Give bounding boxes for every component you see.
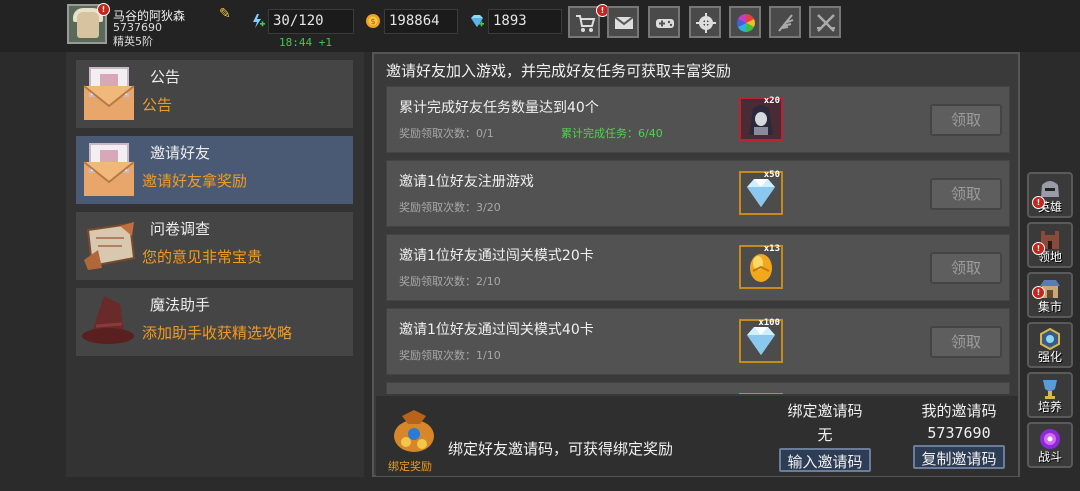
menu-item-subtitle: 邀请好友拿奖励 bbox=[142, 172, 248, 190]
menu-item-subtitle: 公告 bbox=[142, 96, 173, 114]
gem-counter: 1893 bbox=[471, 9, 562, 34]
task-row: 邀请1位好友通过闯关模式20卡 奖励领取次数：2/10 x13 领取 bbox=[386, 234, 1010, 301]
gamepad-button[interactable] bbox=[648, 6, 680, 38]
my-code-title: 我的邀请码 bbox=[921, 402, 997, 420]
task-name: 累计完成好友任务数量达到40个 bbox=[399, 100, 599, 116]
task-row: 累计完成好友任务数量达到40个 奖励领取次数：0/1 累计完成任务：6/40 x… bbox=[386, 86, 1010, 153]
wizard-hat-icon bbox=[82, 296, 134, 344]
energy-timer: 18:44 +1 bbox=[279, 36, 332, 49]
crossed-swords-button[interactable] bbox=[809, 6, 841, 38]
claim-button[interactable]: 领取 bbox=[930, 326, 1002, 358]
nav-enhance[interactable]: 强化 bbox=[1027, 322, 1073, 368]
feather-icon bbox=[778, 14, 794, 32]
reward-slot[interactable]: x20 bbox=[739, 96, 783, 141]
scroll-icon bbox=[84, 222, 136, 270]
menu-item-invite-friends[interactable]: 邀请好友 邀请好友拿奖励 bbox=[76, 136, 353, 204]
nav-label: 战斗 bbox=[1037, 450, 1062, 464]
task-row: 邀请1位好友注册游戏 奖励领取次数：3/20 x50 领取 bbox=[386, 160, 1010, 227]
invite-header: 邀请好友加入游戏，并完成好友任务可获取丰富奖励 bbox=[386, 62, 732, 80]
task-row bbox=[386, 382, 1010, 394]
menu-item-title: 邀请好友 bbox=[150, 144, 211, 162]
nav-label: 培养 bbox=[1037, 400, 1062, 414]
gold-coin-icon: $ bbox=[366, 14, 380, 28]
menu-item-subtitle: 添加助手收获精选攻略 bbox=[142, 324, 293, 342]
reward-bag-icon[interactable] bbox=[388, 406, 440, 454]
envelope-icon bbox=[83, 67, 135, 120]
left-menu-panel: 公告 公告 邀请好友 邀请好友拿奖励 问卷调查 您的意见非常宝贵 魔法助手 添加… bbox=[66, 52, 364, 477]
enter-code-button[interactable]: 输入邀请码 bbox=[779, 448, 871, 472]
task-claim-count: 奖励领取次数：2/10 bbox=[399, 275, 501, 288]
nav-label: 强化 bbox=[1037, 350, 1062, 364]
menu-item-magic-assistant[interactable]: 魔法助手 添加助手收获精选攻略 bbox=[76, 288, 353, 356]
reward-quantity: x100 bbox=[758, 318, 780, 328]
envelope-icon bbox=[83, 143, 135, 196]
copy-code-button[interactable]: 复制邀请码 bbox=[913, 445, 1005, 469]
claim-button[interactable]: 领取 bbox=[930, 178, 1002, 210]
gamepad-icon bbox=[656, 19, 674, 28]
menu-item-subtitle: 您的意见非常宝贵 bbox=[142, 248, 263, 266]
task-row: 邀请1位好友通过闯关模式40卡 奖励领取次数：1/10 x100 领取 bbox=[386, 308, 1010, 375]
energy-plus-icon[interactable] bbox=[249, 13, 265, 29]
my-code-column: 我的邀请码 5737690 复制邀请码 bbox=[904, 400, 1014, 469]
nav-train[interactable]: 培养 bbox=[1027, 372, 1073, 418]
menu-item-title: 魔法助手 bbox=[150, 296, 211, 314]
reward-slot[interactable]: x100 bbox=[739, 318, 783, 363]
reward-slot[interactable]: x13 bbox=[739, 244, 783, 289]
reward-quantity: x20 bbox=[763, 96, 780, 106]
color-wheel-icon bbox=[737, 14, 755, 32]
task-name: 邀请1位好友通过闯关模式40卡 bbox=[399, 322, 594, 338]
menu-item-announcement[interactable]: 公告 公告 bbox=[76, 60, 353, 128]
nav-alert-badge: ! bbox=[1032, 286, 1045, 299]
menu-item-survey[interactable]: 问卷调查 您的意见非常宝贵 bbox=[76, 212, 353, 280]
energy-counter: 30/120 bbox=[253, 9, 354, 34]
menu-item-title: 问卷调查 bbox=[150, 220, 211, 238]
task-name: 邀请1位好友注册游戏 bbox=[399, 174, 534, 190]
nav-battle[interactable]: 战斗 bbox=[1027, 422, 1073, 468]
gem-plus-icon[interactable] bbox=[469, 13, 485, 29]
reward-slot[interactable]: x50 bbox=[739, 170, 783, 215]
mail-button[interactable] bbox=[607, 6, 639, 38]
color-wheel-button[interactable] bbox=[729, 6, 761, 38]
settings-button[interactable] bbox=[689, 6, 721, 38]
shop-cart-icon bbox=[576, 15, 596, 32]
task-name: 邀请1位好友通过闯关模式20卡 bbox=[399, 248, 594, 264]
energy-value: 30/120 bbox=[273, 13, 324, 29]
avatar-alert-badge: ! bbox=[97, 3, 110, 16]
task-claim-count: 奖励领取次数：0/1 bbox=[399, 127, 494, 140]
nav-hero[interactable]: 英雄 bbox=[1027, 172, 1073, 218]
reward-slot[interactable] bbox=[739, 393, 783, 394]
svg-text:$: $ bbox=[370, 17, 375, 26]
bound-code-title: 绑定邀请码 bbox=[787, 402, 863, 420]
gem-value: 1893 bbox=[493, 13, 527, 29]
task-list[interactable]: 累计完成好友任务数量达到40个 奖励领取次数：0/1 累计完成任务：6/40 x… bbox=[386, 86, 1010, 394]
nav-alert-badge: ! bbox=[1032, 242, 1045, 255]
menu-item-title: 公告 bbox=[150, 68, 181, 86]
gear-icon bbox=[696, 13, 716, 33]
reward-quantity: x50 bbox=[763, 170, 780, 180]
bound-code-column: 绑定邀请码 无 输入邀请码 bbox=[770, 400, 880, 472]
mail-icon bbox=[614, 16, 634, 29]
task-claim-count: 奖励领取次数：3/20 bbox=[399, 201, 501, 214]
crossed-swords-icon bbox=[817, 14, 835, 32]
nav-label: 集市 bbox=[1037, 300, 1062, 314]
task-progress: 累计完成任务：6/40 bbox=[561, 127, 663, 140]
bind-reward-label: 绑定奖励 bbox=[388, 460, 432, 473]
gold-counter: $ 198864 bbox=[366, 9, 458, 34]
invite-panel: 邀请好友加入游戏，并完成好友任务可获取丰富奖励 累计完成好友任务数量达到40个 … bbox=[372, 52, 1020, 477]
top-bar: ! 马谷的阿狄森 5737690 精英5阶 ✎ 30/120 18:44 +1 … bbox=[0, 0, 1080, 52]
my-code-value: 5737690 bbox=[927, 424, 991, 442]
task-claim-count: 奖励领取次数：1/10 bbox=[399, 349, 501, 362]
bind-code-bar: 绑定奖励 绑定好友邀请码，可获得绑定奖励 绑定邀请码 无 输入邀请码 我的邀请码… bbox=[376, 396, 1018, 476]
nav-alert-badge: ! bbox=[1032, 196, 1045, 209]
claim-button[interactable]: 领取 bbox=[930, 104, 1002, 136]
gold-value: 198864 bbox=[389, 13, 440, 29]
player-rank: 精英5阶 bbox=[113, 35, 153, 48]
feather-button[interactable] bbox=[769, 6, 801, 38]
claim-button[interactable]: 领取 bbox=[930, 252, 1002, 284]
bind-description: 绑定好友邀请码，可获得绑定奖励 bbox=[448, 440, 674, 458]
bound-code-value: 无 bbox=[817, 426, 833, 444]
reward-quantity: x13 bbox=[763, 244, 780, 254]
edit-name-icon[interactable]: ✎ bbox=[219, 7, 233, 21]
